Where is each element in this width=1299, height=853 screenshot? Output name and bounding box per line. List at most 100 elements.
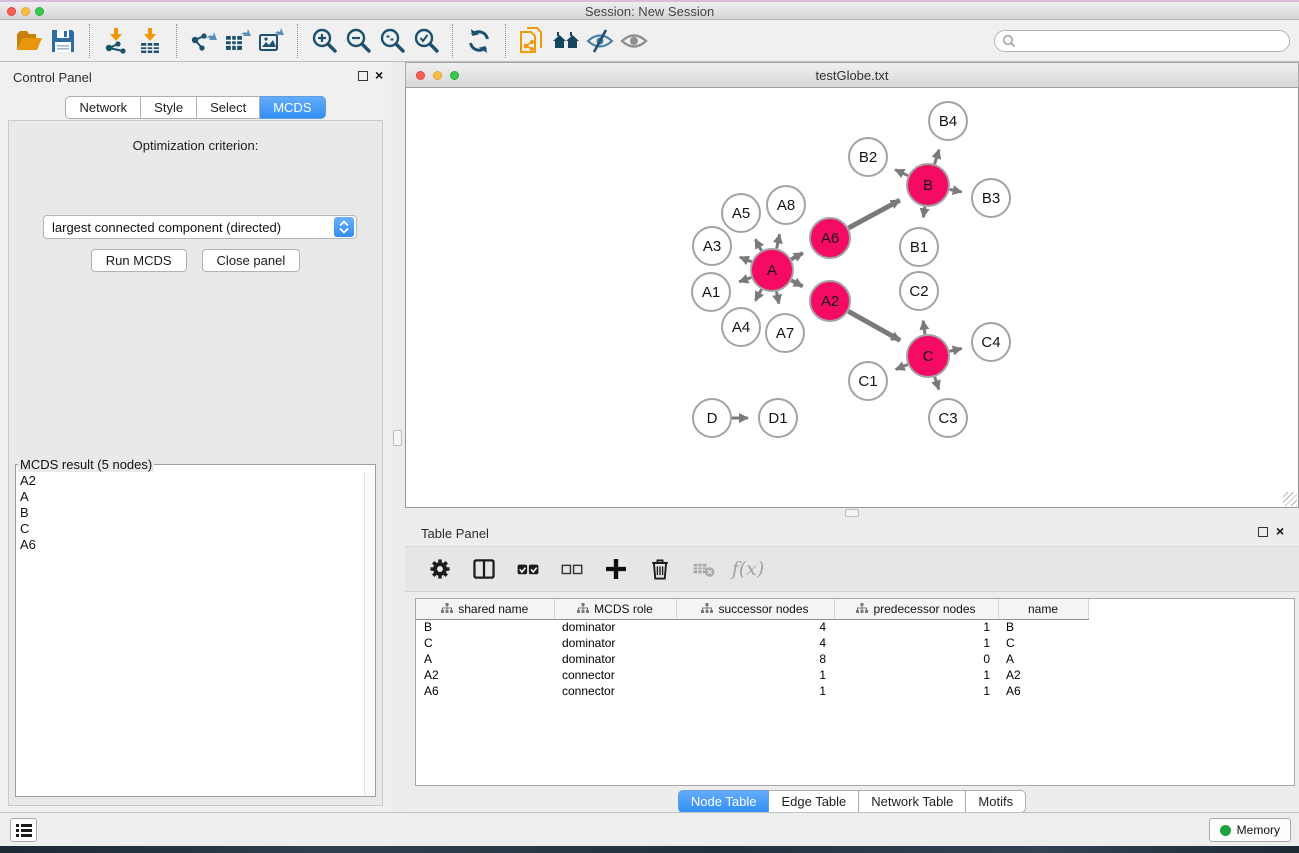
table-row[interactable]: A2connector11A2 [416,667,1088,683]
graph-edge-A-A6[interactable] [791,253,803,259]
float-panel-icon[interactable] [358,71,368,81]
graph-edge-A6-B[interactable] [848,200,899,228]
close-panel-icon[interactable]: × [1276,523,1284,539]
graph-node-A5[interactable]: A5 [722,194,760,232]
zoom-fit-icon[interactable] [375,24,409,58]
table-cell[interactable]: 0 [834,651,998,667]
graph-node-C[interactable]: C [907,335,949,377]
column-header-name[interactable]: name [998,599,1088,619]
column-header-predecessor-nodes[interactable]: predecessor nodes [834,599,998,619]
graph-node-A3[interactable]: A3 [693,227,731,265]
table-cell[interactable]: dominator [554,619,676,635]
graph-edge-C-C1[interactable] [896,364,908,369]
graph-edge-B-B3[interactable] [950,189,962,191]
home-icon[interactable] [549,24,583,58]
result-item[interactable]: A6 [20,537,371,553]
graph-node-A8[interactable]: A8 [767,186,805,224]
result-item[interactable]: A2 [20,473,371,489]
open-session-icon[interactable] [12,24,46,58]
column-manager-icon[interactable] [469,554,499,584]
table-cell[interactable]: B [998,619,1088,635]
graph-edge-A-A4[interactable] [755,289,761,300]
table-cell[interactable]: C [998,635,1088,651]
resize-grip-icon[interactable] [1283,492,1297,506]
mcds-result-list[interactable]: A2ABCA6 [16,472,375,796]
export-image-icon[interactable] [254,24,288,58]
zoom-selected-icon[interactable] [409,24,443,58]
graph-edge-C-C4[interactable] [949,349,961,352]
tab-edge-table[interactable]: Edge Table [769,790,859,813]
network-window-titlebar[interactable]: testGlobe.txt [405,62,1299,88]
table-cell[interactable]: A6 [416,683,554,699]
table-row[interactable]: A6connector11A6 [416,683,1088,699]
table-cell[interactable]: dominator [554,635,676,651]
table-cell[interactable]: A [998,651,1088,667]
network-file-icon[interactable] [515,24,549,58]
graph-edge-A2-C[interactable] [848,311,900,340]
run-mcds-button[interactable]: Run MCDS [91,249,187,272]
graph-node-B4[interactable]: B4 [929,102,967,140]
network-canvas[interactable]: AA1A2A3A4A5A6A7A8BB1B2B3B4CC1C2C3C4DD1 [405,88,1299,508]
hide-visibility-icon[interactable] [583,24,617,58]
column-header-MCDS-role[interactable]: MCDS role [554,599,676,619]
tab-node-table[interactable]: Node Table [678,790,770,813]
graph-edge-B-B2[interactable] [895,170,908,176]
graph-edge-A-A8[interactable] [777,234,780,248]
memory-button[interactable]: Memory [1209,818,1291,842]
table-cell[interactable]: 1 [676,667,834,683]
table-cell[interactable]: A6 [998,683,1088,699]
graph-node-C2[interactable]: C2 [900,272,938,310]
graph-node-B3[interactable]: B3 [972,179,1010,217]
table-settings-icon[interactable] [425,554,455,584]
table-cell[interactable]: 8 [676,651,834,667]
split-grip[interactable] [393,430,402,446]
table-cell[interactable]: 1 [834,635,998,651]
table-cell[interactable]: A [416,651,554,667]
graph-edge-B-B1[interactable] [923,207,925,218]
float-panel-icon[interactable] [1258,527,1268,537]
graph-node-A4[interactable]: A4 [722,308,760,346]
table-cell[interactable]: B [416,619,554,635]
import-table-icon[interactable] [133,24,167,58]
close-panel-icon[interactable]: × [375,67,383,83]
table-cell[interactable]: 1 [834,667,998,683]
table-row[interactable]: Adominator80A [416,651,1088,667]
table-cell[interactable]: 4 [676,619,834,635]
graph-node-C3[interactable]: C3 [929,399,967,437]
graph-node-D[interactable]: D [693,399,731,437]
graph-node-A[interactable]: A [751,249,793,291]
export-network-icon[interactable] [186,24,220,58]
graph-node-D1[interactable]: D1 [759,399,797,437]
split-grip[interactable] [845,509,859,517]
table-row[interactable]: Cdominator41C [416,635,1088,651]
result-item[interactable]: C [20,521,371,537]
table-cell[interactable]: 4 [676,635,834,651]
graph-edge-A-A2[interactable] [791,280,802,286]
tab-style[interactable]: Style [141,96,197,119]
column-header-successor-nodes[interactable]: successor nodes [676,599,834,619]
graph-edge-C-C2[interactable] [923,321,925,334]
vertical-split-divider[interactable] [391,62,405,812]
delete-column-icon[interactable] [645,554,675,584]
show-visibility-icon[interactable] [617,24,651,58]
table-cell[interactable]: A2 [416,667,554,683]
deselect-all-icon[interactable] [557,554,587,584]
graph-node-B[interactable]: B [907,164,949,206]
graph-edge-B-B4[interactable] [935,150,939,164]
table-cell[interactable]: connector [554,683,676,699]
graph-edge-A-A3[interactable] [740,257,752,262]
select-all-icon[interactable] [513,554,543,584]
export-table-icon[interactable] [220,24,254,58]
graph-node-A6[interactable]: A6 [810,218,850,258]
result-item[interactable]: B [20,505,371,521]
delete-table-icon[interactable] [689,554,719,584]
graph-edge-A-A5[interactable] [755,239,761,250]
search-input[interactable] [1021,34,1289,48]
graph-node-A7[interactable]: A7 [766,314,804,352]
task-history-button[interactable] [10,818,37,842]
table-cell[interactable]: 1 [676,683,834,699]
graph-node-A1[interactable]: A1 [692,273,730,311]
graph-edge-C-C3[interactable] [935,377,939,390]
tab-select[interactable]: Select [197,96,260,119]
zoom-in-icon[interactable] [307,24,341,58]
